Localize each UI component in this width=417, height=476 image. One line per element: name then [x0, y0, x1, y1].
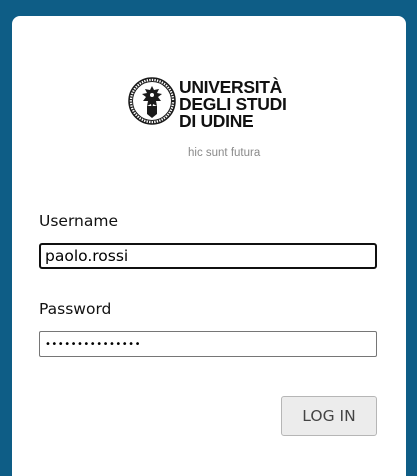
login-card: UNIVERSITÀ DEGLI STUDI DI UDINE hic sunt…	[12, 16, 406, 476]
password-label: Password	[39, 300, 112, 318]
university-logo: UNIVERSITÀ DEGLI STUDI DI UDINE hic sunt…	[128, 77, 303, 165]
university-seal-icon	[128, 77, 176, 125]
university-motto: hic sunt futura	[188, 147, 261, 159]
username-label: Username	[39, 212, 119, 230]
university-name-line-3: DI UDINE	[179, 111, 254, 131]
username-input[interactable]	[39, 243, 377, 269]
login-button[interactable]: LOG IN	[281, 396, 377, 436]
password-input[interactable]	[39, 331, 377, 357]
